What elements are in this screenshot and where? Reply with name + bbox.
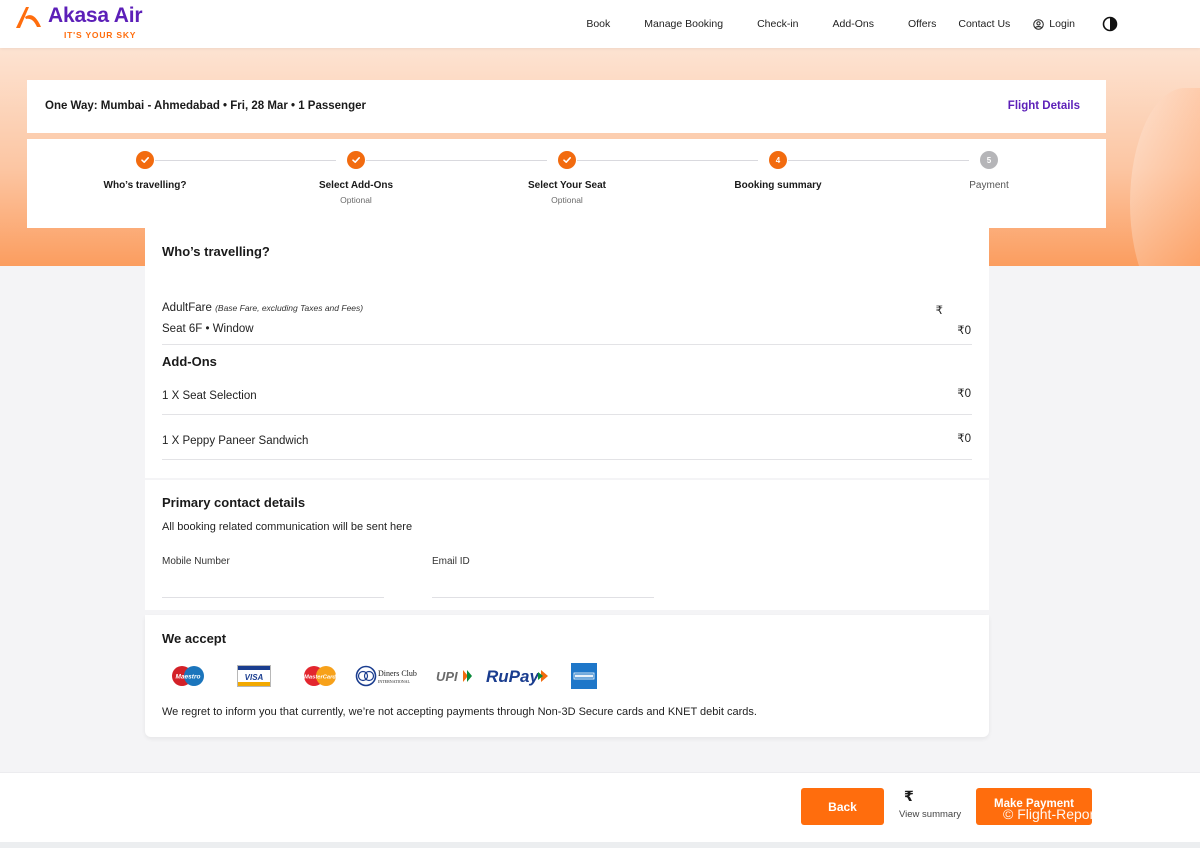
divider xyxy=(162,414,972,415)
payment-notice: We regret to inform you that currently, … xyxy=(162,706,757,718)
svg-text:Diners Club: Diners Club xyxy=(378,669,417,678)
check-icon xyxy=(558,151,576,169)
akasa-logo-icon xyxy=(16,7,41,28)
flight-details-link[interactable]: Flight Details xyxy=(1008,100,1080,112)
svg-text:INTERNATIONAL: INTERNATIONAL xyxy=(378,679,411,684)
maestro-logo: Maestro xyxy=(169,664,207,688)
step-label: Payment xyxy=(969,180,1009,191)
svg-text:RuPay: RuPay xyxy=(486,667,540,686)
step-select-add-ons[interactable]: Select Add-Ons Optional xyxy=(276,151,436,205)
watermark: © Flight-Report xyxy=(1003,806,1092,822)
page-bottom xyxy=(0,842,1200,848)
upi-logo: UPI xyxy=(435,666,473,686)
step-sublabel: Optional xyxy=(340,195,372,205)
brand-tagline: IT'S YOUR SKY xyxy=(64,30,137,40)
contact-subtitle: All booking related communication will b… xyxy=(162,521,413,533)
rupay-logo: RuPay xyxy=(485,665,551,687)
step-number: 4 xyxy=(769,151,787,169)
svg-text:MasterCard: MasterCard xyxy=(304,675,336,681)
step-label: Who’s travelling? xyxy=(103,180,187,191)
american-express-logo xyxy=(571,663,597,689)
svg-text:UPI: UPI xyxy=(436,669,458,684)
addon-item: 1 X Seat Selection xyxy=(162,390,257,402)
divider xyxy=(162,344,972,345)
trip-summary-bar: One Way: Mumbai - Ahmedabad • Fri, 28 Ma… xyxy=(27,80,1106,133)
step-booking-summary: 4 Booking summary xyxy=(698,151,858,191)
step-whos-travelling[interactable]: Who’s travelling? xyxy=(65,151,225,191)
login-link[interactable]: Login xyxy=(1033,18,1075,30)
contact-details-card: Primary contact details All booking rela… xyxy=(145,480,989,610)
nav-book[interactable]: Book xyxy=(586,18,610,30)
step-label: Booking summary xyxy=(734,180,822,191)
mobile-number-field[interactable] xyxy=(162,597,384,598)
step-label: Select Add-Ons xyxy=(318,180,394,191)
step-payment: 5 Payment xyxy=(909,151,1069,191)
akasa-logo[interactable]: Akasa Air IT'S YOUR SKY xyxy=(14,4,143,40)
email-id-field[interactable] xyxy=(432,597,654,598)
step-number: 5 xyxy=(980,151,998,169)
user-circle-icon xyxy=(1033,18,1045,30)
seat-label: Seat 6F • Window xyxy=(162,323,254,335)
login-label: Login xyxy=(1049,18,1075,30)
contact-title: Primary contact details xyxy=(162,495,306,510)
diners-club-logo: Diners Club INTERNATIONAL xyxy=(355,664,421,688)
step-select-seat[interactable]: Select Your Seat Optional xyxy=(487,151,647,205)
back-button[interactable]: Back xyxy=(801,788,884,825)
fare-label: AdultFare xyxy=(162,302,212,314)
hero-decoration xyxy=(1130,88,1200,266)
booking-summary-card: Who’s travelling? AdultFare (Base Fare, … xyxy=(145,228,989,478)
view-summary-link[interactable]: View summary xyxy=(899,809,961,820)
check-icon xyxy=(347,151,365,169)
payment-methods-card: We accept Maestro VISA MasterCard Diners… xyxy=(145,615,989,737)
seat-value: ₹0 xyxy=(957,325,971,337)
theme-toggle-icon[interactable] xyxy=(1102,16,1118,32)
divider xyxy=(162,459,972,460)
svg-text:Maestro: Maestro xyxy=(176,674,201,681)
section-title: Who’s travelling? xyxy=(162,244,270,259)
we-accept-title: We accept xyxy=(162,631,227,646)
top-navigation-bar: Akasa Air IT'S YOUR SKY Book Manage Book… xyxy=(0,0,1200,48)
nav-add-ons[interactable]: Add-Ons xyxy=(833,18,874,30)
payment-logos: Maestro VISA MasterCard Diners Club INTE… xyxy=(169,663,613,689)
booking-progress-stepper: Who’s travelling? Select Add-Ons Optiona… xyxy=(27,139,1106,228)
addon-value: ₹0 xyxy=(957,388,971,400)
nav-check-in[interactable]: Check-in xyxy=(757,18,798,30)
step-label: Select Your Seat xyxy=(528,180,606,191)
addons-title: Add-Ons xyxy=(162,354,217,369)
total-price: ₹ xyxy=(904,788,914,804)
svg-text:VISA: VISA xyxy=(245,673,264,682)
addon-value: ₹0 xyxy=(957,433,971,445)
adult-fare-label: AdultFare (Base Fare, excluding Taxes an… xyxy=(162,302,363,314)
mobile-number-label: Mobile Number xyxy=(162,556,230,567)
step-sublabel: Optional xyxy=(551,195,583,205)
nav-offers[interactable]: Offers xyxy=(908,18,936,30)
adult-fare-value: ₹ xyxy=(935,305,943,317)
trip-summary-text: One Way: Mumbai - Ahmedabad • Fri, 28 Ma… xyxy=(45,100,366,112)
mastercard-logo: MasterCard xyxy=(301,664,339,688)
main-nav: Book Manage Booking Check-in Add-Ons Off… xyxy=(586,0,1200,48)
brand-name: Akasa Air xyxy=(48,4,143,27)
price-summary: ₹ View summary xyxy=(899,788,961,820)
fare-note: (Base Fare, excluding Taxes and Fees) xyxy=(215,303,364,313)
addon-item: 1 X Peppy Paneer Sandwich xyxy=(162,435,309,447)
visa-logo: VISA xyxy=(237,665,271,687)
nav-contact-us[interactable]: Contact Us xyxy=(958,18,1010,30)
nav-manage-booking[interactable]: Manage Booking xyxy=(644,18,723,30)
email-id-label: Email ID xyxy=(432,556,470,567)
check-icon xyxy=(136,151,154,169)
